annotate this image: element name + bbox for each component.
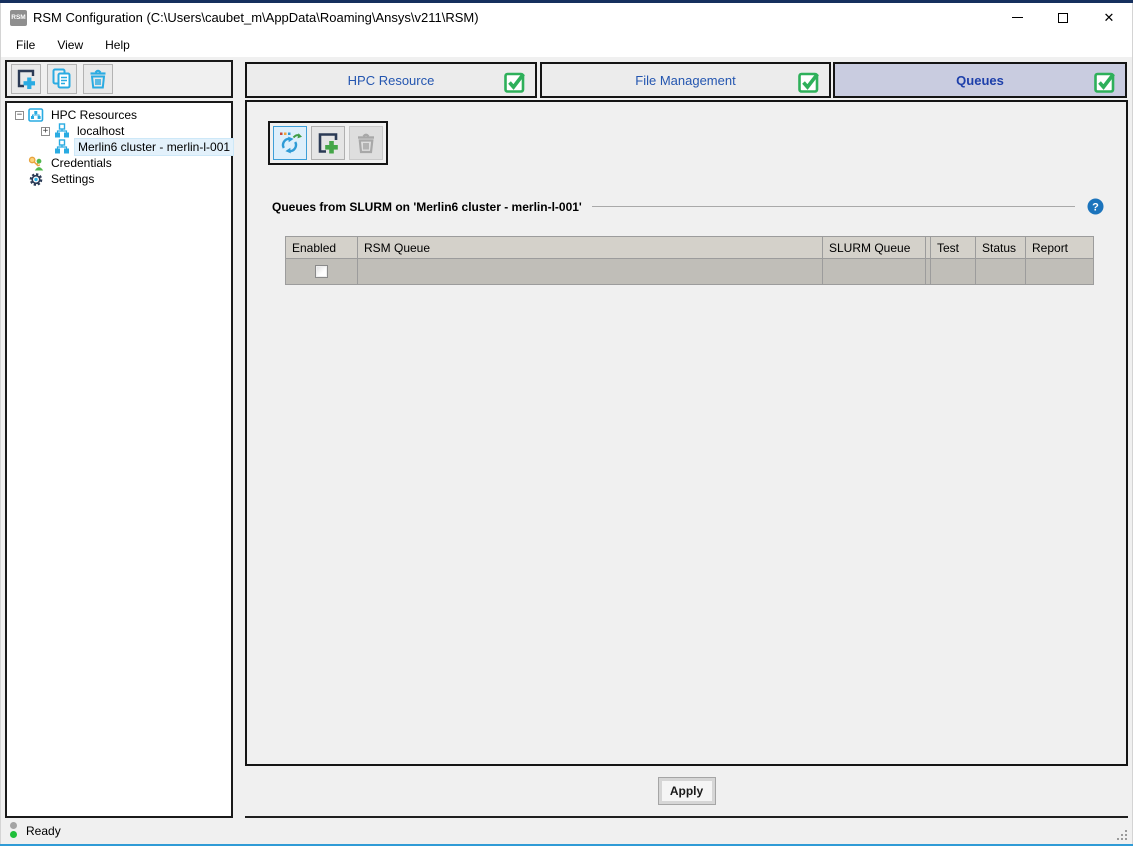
tab-file-management[interactable]: File Management: [540, 62, 831, 98]
queues-toolbar: [268, 121, 388, 165]
resize-grip[interactable]: [1125, 838, 1127, 840]
close-icon: ✕: [1104, 11, 1115, 24]
menu-bar: File View Help: [1, 32, 1132, 57]
enabled-checkbox[interactable]: [315, 265, 328, 278]
tab-queues[interactable]: Queues: [833, 62, 1127, 98]
window-left-border: [0, 0, 1, 846]
column-header-status[interactable]: Status: [976, 237, 1026, 259]
report-cell[interactable]: [1026, 259, 1094, 285]
tree-item-label: Merlin6 cluster - merlin-l-001: [74, 138, 234, 156]
add-resource-button[interactable]: [11, 64, 41, 94]
window-title: RSM Configuration (C:\Users\caubet_m\App…: [33, 10, 479, 25]
credentials-icon: [28, 155, 44, 171]
rsm-queue-cell[interactable]: [358, 259, 823, 285]
tree-item-merlin6-cluster[interactable]: Merlin6 cluster - merlin-l-001: [7, 139, 231, 155]
tree-item-hpc-resources[interactable]: − HPC Resources: [7, 107, 231, 123]
collapse-expander-icon[interactable]: −: [15, 111, 24, 120]
tab-label: HPC Resource: [348, 73, 435, 88]
green-check-icon: [504, 70, 527, 93]
section-title: Queues from SLURM on 'Merlin6 cluster - …: [272, 200, 582, 214]
title-bar: RSM RSM Configuration (C:\Users\caubet_m…: [1, 3, 1132, 32]
tree-item-label: HPC Resources: [48, 107, 140, 123]
column-header-slurm-queue[interactable]: SLURM Queue: [823, 237, 926, 259]
minimize-icon: [1012, 17, 1023, 18]
delete-resource-icon: [86, 67, 110, 91]
tab-hpc-resource[interactable]: HPC Resource: [245, 62, 537, 98]
tree-item-localhost[interactable]: + localhost: [7, 123, 231, 139]
table-row: [286, 259, 1094, 285]
queues-table: Enabled RSM Queue SLURM Queue Test Statu…: [285, 236, 1094, 285]
status-bar: Ready: [1, 820, 1132, 844]
maximize-button[interactable]: [1040, 3, 1086, 32]
green-check-icon: [798, 70, 821, 93]
expander-spacer: [15, 175, 24, 184]
add-resource-icon: [14, 67, 38, 91]
menu-file[interactable]: File: [5, 34, 46, 56]
cluster-icon: [54, 123, 70, 139]
tree-item-label: localhost: [74, 123, 127, 139]
help-icon[interactable]: ?: [1087, 198, 1104, 215]
table-header-row: Enabled RSM Queue SLURM Queue Test Statu…: [286, 237, 1094, 259]
window-controls: ✕: [994, 3, 1132, 32]
cluster-icon: [54, 139, 70, 155]
menu-view[interactable]: View: [46, 34, 94, 56]
copy-resource-icon: [50, 67, 74, 91]
column-header-enabled[interactable]: Enabled: [286, 237, 358, 259]
svg-text:?: ?: [1092, 202, 1099, 214]
app-icon: RSM: [10, 10, 27, 26]
minimize-button[interactable]: [994, 3, 1040, 32]
expander-spacer: [41, 143, 50, 152]
settings-icon: [28, 171, 44, 187]
copy-resource-button[interactable]: [47, 64, 77, 94]
close-button[interactable]: ✕: [1086, 3, 1132, 32]
add-queue-button[interactable]: [311, 126, 345, 160]
expander-spacer: [15, 159, 24, 168]
status-text: Ready: [26, 824, 61, 838]
tab-label: File Management: [635, 73, 735, 88]
enabled-cell: [286, 259, 358, 285]
add-queue-icon: [315, 130, 341, 156]
window-top-border: [0, 0, 1133, 3]
green-check-icon: [1094, 70, 1117, 93]
test-cell[interactable]: [931, 259, 976, 285]
resource-tree: − HPC Resources + localhost Merlin6 clus…: [5, 101, 233, 818]
column-header-rsm-queue[interactable]: RSM Queue: [358, 237, 823, 259]
expand-expander-icon[interactable]: +: [41, 127, 50, 136]
hpc-resources-icon: [28, 107, 44, 123]
tree-item-label: Settings: [48, 171, 97, 187]
queues-panel: Queues from SLURM on 'Merlin6 cluster - …: [245, 100, 1128, 766]
slurm-queue-cell[interactable]: [823, 259, 926, 285]
section-divider: [592, 206, 1075, 207]
apply-strip: Apply: [245, 766, 1128, 818]
column-header-report[interactable]: Report: [1026, 237, 1094, 259]
menu-help[interactable]: Help: [94, 34, 141, 56]
status-cell[interactable]: [976, 259, 1026, 285]
status-indicator-gray-icon: [10, 822, 17, 829]
refresh-queues-icon: [277, 130, 303, 156]
maximize-icon: [1058, 13, 1068, 23]
column-header-test[interactable]: Test: [931, 237, 976, 259]
delete-queue-icon: [353, 130, 379, 156]
delete-resource-button[interactable]: [83, 64, 113, 94]
refresh-queues-button[interactable]: [273, 126, 307, 160]
apply-button[interactable]: Apply: [658, 777, 716, 805]
tree-item-settings[interactable]: Settings: [7, 171, 231, 187]
tab-label: Queues: [956, 73, 1004, 88]
section-header: Queues from SLURM on 'Merlin6 cluster - …: [272, 198, 1104, 215]
status-indicator-green-icon: [10, 831, 17, 838]
tree-item-credentials[interactable]: Credentials: [7, 155, 231, 171]
resource-toolbar: [5, 60, 233, 98]
tree-item-label: Credentials: [48, 155, 115, 171]
delete-queue-button: [349, 126, 383, 160]
